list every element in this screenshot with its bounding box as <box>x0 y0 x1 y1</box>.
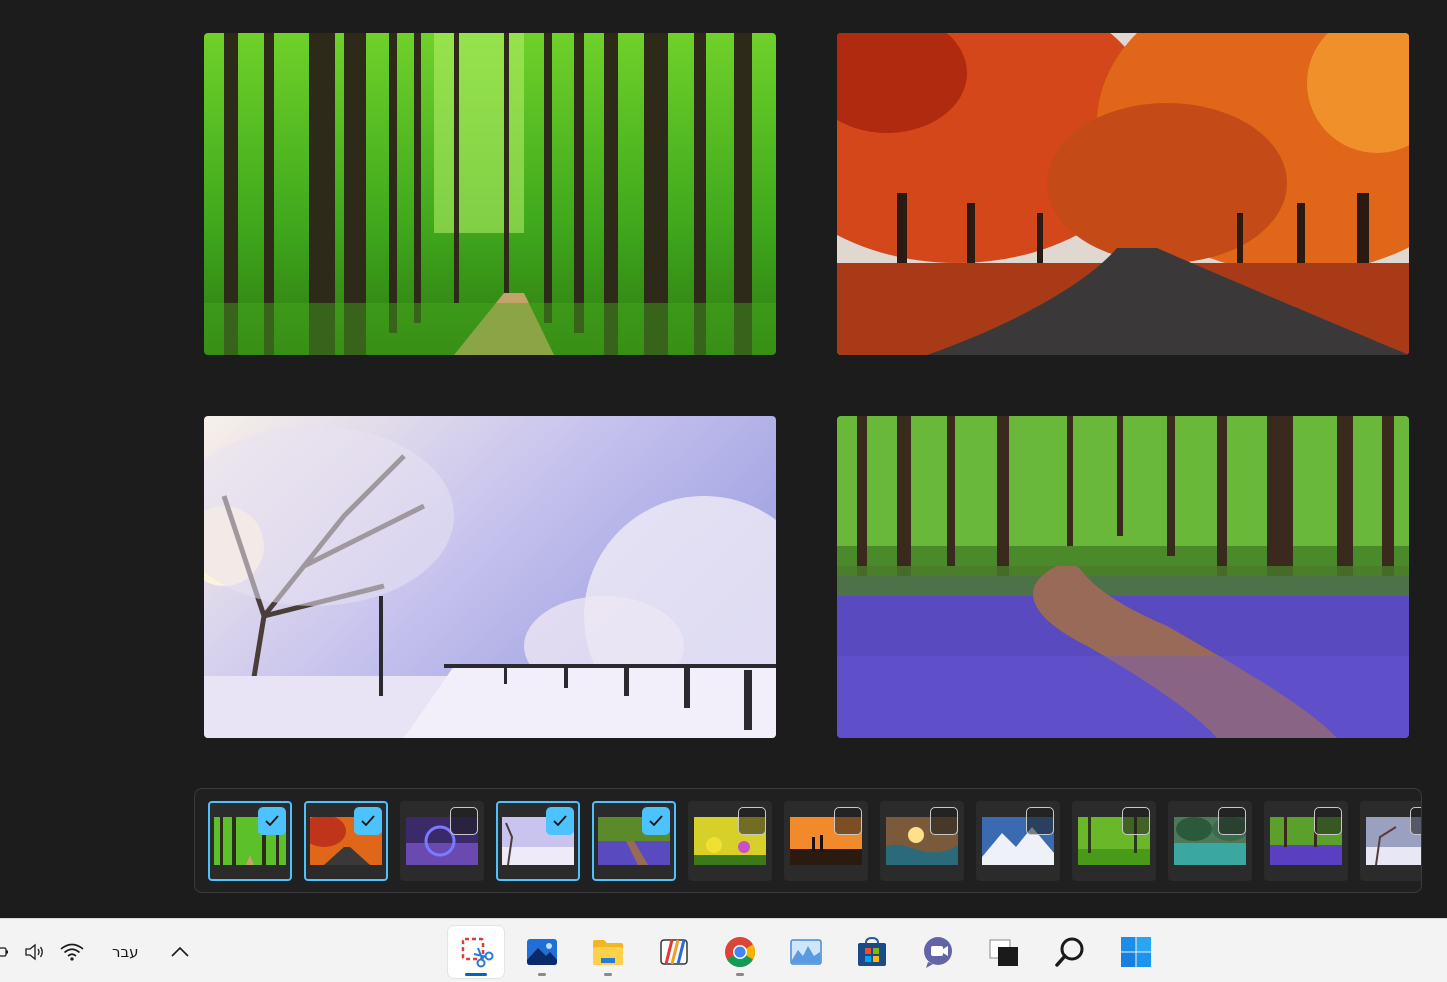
taskbar-app-launcher[interactable] <box>646 926 702 978</box>
thumbnail-yellow-flowers[interactable] <box>688 801 772 881</box>
taskbar-app-task-view[interactable] <box>976 926 1032 978</box>
thumbnail-purple-abstract[interactable] <box>400 801 484 881</box>
show-hidden-icons-chevron-up-icon[interactable] <box>170 939 190 965</box>
thumbnail-frosted-trees[interactable] <box>1360 801 1421 881</box>
checkbox[interactable] <box>642 807 670 835</box>
checkbox[interactable] <box>930 807 958 835</box>
chrome-icon <box>725 937 756 968</box>
thumbnail-bluebell-forest-path[interactable] <box>592 801 676 881</box>
app-launcher-icon <box>660 939 688 965</box>
preview-bluebell-forest-path[interactable] <box>837 416 1409 738</box>
image-viewer-icon <box>790 939 822 965</box>
checkbox[interactable] <box>1314 807 1342 835</box>
checkbox[interactable] <box>450 807 478 835</box>
taskbar-app-teams-chat[interactable] <box>910 926 966 978</box>
checkbox[interactable] <box>1218 807 1246 835</box>
checkbox[interactable] <box>354 807 382 835</box>
taskbar-app-microsoft-store[interactable] <box>844 926 900 978</box>
taskbar-app-chrome[interactable] <box>712 926 768 978</box>
taskbar-start-button[interactable] <box>1108 926 1164 978</box>
checkbox[interactable] <box>1122 807 1150 835</box>
taskbar-app-snipping-tool[interactable] <box>448 926 504 978</box>
thumbnail-sunset-silhouettes[interactable] <box>784 801 868 881</box>
volume-icon[interactable] <box>24 939 46 965</box>
taskbar-app-photos[interactable] <box>514 926 570 978</box>
checkbox[interactable] <box>834 807 862 835</box>
preview-green-forest-path[interactable] <box>204 33 776 355</box>
checkbox[interactable] <box>738 807 766 835</box>
preview-snowy-park-walkway[interactable] <box>204 416 776 738</box>
snipping-tool-icon <box>461 937 494 968</box>
thumbnail-strip[interactable] <box>194 788 1422 893</box>
thumbnail-green-park[interactable] <box>1072 801 1156 881</box>
checkbox[interactable] <box>1026 807 1054 835</box>
taskbar-app-image-viewer[interactable] <box>778 926 834 978</box>
thumbnail-ocean-wave-sunset[interactable] <box>880 801 964 881</box>
battery-icon[interactable] <box>0 939 12 965</box>
language-label: עבר <box>112 943 139 961</box>
checkbox[interactable] <box>1410 807 1421 835</box>
thumbnail-snowy-park-walkway[interactable] <box>496 801 580 881</box>
taskbar-app-file-explorer[interactable] <box>580 926 636 978</box>
running-indicator <box>604 973 612 976</box>
store-icon <box>858 936 886 966</box>
running-indicator <box>538 973 546 976</box>
input-language-indicator[interactable]: עבר <box>112 939 139 965</box>
running-indicator <box>465 973 487 976</box>
taskbar-app-search[interactable] <box>1042 926 1098 978</box>
chat-icon <box>924 937 952 968</box>
thumbnail-snowy-mountains[interactable] <box>976 801 1060 881</box>
taskbar: עבר <box>0 918 1447 982</box>
thumbnail-green-forest-path[interactable] <box>208 801 292 881</box>
thumbnail-autumn-road[interactable] <box>304 801 388 881</box>
checkbox[interactable] <box>546 807 574 835</box>
wifi-icon[interactable] <box>60 939 84 965</box>
task-view-icon <box>989 939 1018 966</box>
thumbnail-bluebell-meadow[interactable] <box>1264 801 1348 881</box>
windows-logo-icon <box>1121 937 1151 967</box>
preview-autumn-road[interactable] <box>837 33 1409 355</box>
folder-icon <box>593 940 623 965</box>
running-indicator <box>736 973 744 976</box>
checkbox[interactable] <box>258 807 286 835</box>
search-icon <box>1055 937 1084 967</box>
thumbnail-river-forest[interactable] <box>1168 801 1252 881</box>
photos-icon <box>527 939 557 965</box>
